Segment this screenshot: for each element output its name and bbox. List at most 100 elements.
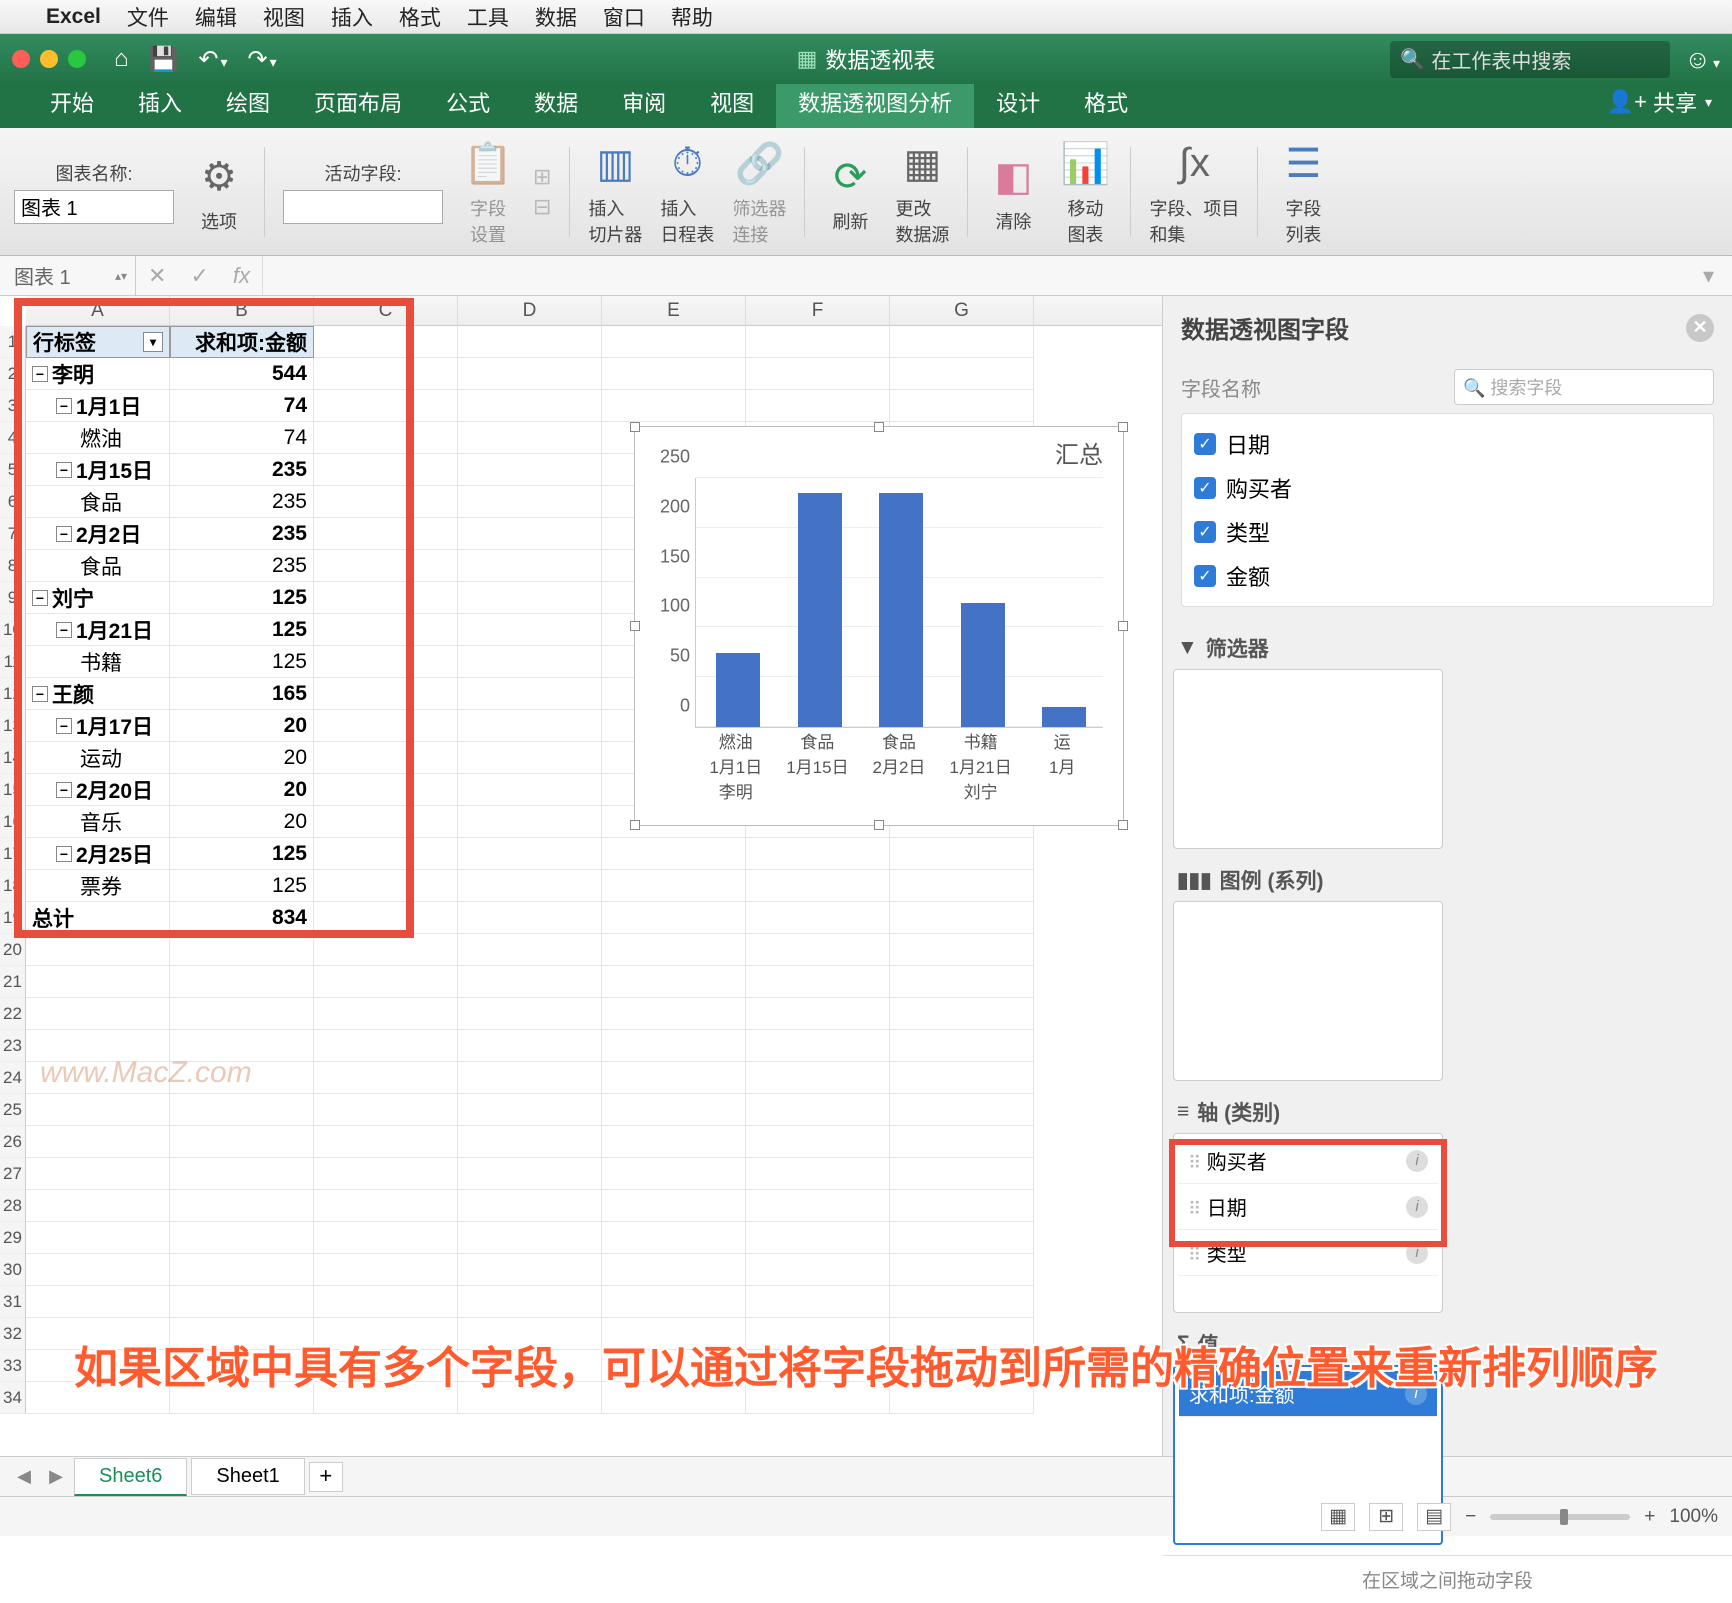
empty-cell[interactable] [314, 1190, 458, 1222]
save-icon[interactable]: 💾 [149, 45, 179, 74]
row-header[interactable]: 19 [0, 902, 26, 934]
empty-cell[interactable] [458, 998, 602, 1030]
normal-view-icon[interactable]: ▦ [1321, 1503, 1355, 1531]
empty-cell[interactable] [746, 1030, 890, 1062]
empty-cell[interactable] [170, 1286, 314, 1318]
collapse-icon[interactable]: − [32, 686, 48, 702]
empty-cell[interactable] [890, 1382, 1034, 1414]
row-header[interactable]: 29 [0, 1222, 26, 1254]
empty-cell[interactable] [746, 1382, 890, 1414]
empty-cell[interactable] [170, 1094, 314, 1126]
refresh-icon[interactable]: ⟳ [823, 150, 877, 204]
collapse-icon[interactable]: − [56, 718, 72, 734]
collapse-icon[interactable]: − [56, 846, 72, 862]
chart-bar[interactable] [961, 603, 1005, 728]
empty-cell[interactable] [890, 966, 1034, 998]
row-header[interactable]: 27 [0, 1158, 26, 1190]
col-header[interactable]: D [458, 296, 602, 325]
zoom-level[interactable]: 100% [1669, 1506, 1718, 1528]
empty-cell[interactable] [314, 1126, 458, 1158]
empty-cell[interactable] [170, 1318, 314, 1350]
close-window-icon[interactable] [12, 50, 30, 68]
empty-cell[interactable] [746, 1254, 890, 1286]
empty-cell[interactable] [314, 1030, 458, 1062]
empty-cell[interactable] [890, 1094, 1034, 1126]
empty-cell[interactable] [602, 1190, 746, 1222]
collapse-icon[interactable]: − [56, 462, 72, 478]
empty-cell[interactable] [26, 1222, 170, 1254]
menu-view[interactable]: 视图 [263, 2, 305, 32]
row-header[interactable]: 5 [0, 454, 26, 486]
empty-cell[interactable] [602, 998, 746, 1030]
menu-file[interactable]: 文件 [127, 2, 169, 32]
filters-zone[interactable] [1173, 669, 1443, 849]
empty-cell[interactable] [314, 1318, 458, 1350]
empty-cell[interactable] [458, 1062, 602, 1094]
col-header[interactable]: B [170, 296, 314, 325]
pivot-cell[interactable]: −刘宁 [26, 582, 170, 614]
row-header[interactable]: 17 [0, 838, 26, 870]
pivot-cell[interactable]: 运动 [26, 742, 170, 774]
row-header[interactable]: 4 [0, 422, 26, 454]
empty-cell[interactable] [26, 998, 170, 1030]
row-header[interactable]: 32 [0, 1318, 26, 1350]
pivot-cell[interactable]: 544 [170, 358, 314, 390]
empty-cell[interactable] [26, 1254, 170, 1286]
empty-cell[interactable] [746, 1094, 890, 1126]
pivot-cell[interactable]: −2月25日 [26, 838, 170, 870]
checkbox-checked-icon[interactable]: ✓ [1194, 521, 1216, 543]
pivot-cell[interactable]: −1月1日 [26, 390, 170, 422]
empty-cell[interactable] [26, 1030, 170, 1062]
empty-cell[interactable] [890, 1190, 1034, 1222]
pivot-cell[interactable]: 235 [170, 550, 314, 582]
empty-cell[interactable] [314, 1158, 458, 1190]
confirm-formula-icon[interactable]: ✓ [178, 263, 220, 289]
move-chart-icon[interactable]: 📊 [1058, 137, 1112, 191]
info-icon[interactable]: i [1406, 1242, 1428, 1264]
empty-cell[interactable] [746, 1350, 890, 1382]
empty-cell[interactable] [602, 966, 746, 998]
empty-cell[interactable] [458, 1350, 602, 1382]
value-item-sum-amount[interactable]: 求和项:金额i [1179, 1371, 1437, 1417]
pivot-cell[interactable]: 音乐 [26, 806, 170, 838]
empty-cell[interactable] [314, 1254, 458, 1286]
field-search-input[interactable]: 🔍 搜索字段 [1454, 369, 1714, 405]
maximize-window-icon[interactable] [68, 50, 86, 68]
pivot-cell[interactable]: 235 [170, 518, 314, 550]
pivot-header-rowlabels[interactable]: 行标签▾ [26, 326, 170, 358]
row-header[interactable]: 26 [0, 1126, 26, 1158]
pivot-cell[interactable]: −2月2日 [26, 518, 170, 550]
empty-cell[interactable] [602, 1318, 746, 1350]
field-item-date[interactable]: ✓日期 [1194, 422, 1701, 466]
collapse-icon[interactable]: − [56, 782, 72, 798]
pivot-cell[interactable]: 食品 [26, 486, 170, 518]
pivot-cell[interactable]: 165 [170, 678, 314, 710]
menu-excel[interactable]: Excel [46, 5, 101, 29]
col-header[interactable]: E [602, 296, 746, 325]
empty-cell[interactable] [170, 1126, 314, 1158]
empty-cell[interactable] [170, 1382, 314, 1414]
fields-items-sets-icon[interactable]: ∫x [1167, 137, 1221, 191]
formula-input[interactable] [262, 256, 1691, 295]
menu-help[interactable]: 帮助 [671, 2, 713, 32]
empty-cell[interactable] [890, 1222, 1034, 1254]
empty-cell[interactable] [890, 1158, 1034, 1190]
empty-cell[interactable] [458, 966, 602, 998]
cancel-formula-icon[interactable]: ✕ [136, 263, 178, 289]
empty-cell[interactable] [458, 1158, 602, 1190]
empty-cell[interactable] [890, 1318, 1034, 1350]
checkbox-checked-icon[interactable]: ✓ [1194, 433, 1216, 455]
close-pane-icon[interactable]: ✕ [1686, 314, 1714, 342]
page-layout-view-icon[interactable]: ⊞ [1369, 1503, 1403, 1531]
empty-cell[interactable] [458, 1094, 602, 1126]
empty-cell[interactable] [26, 1286, 170, 1318]
collapse-icon[interactable]: − [56, 622, 72, 638]
empty-cell[interactable] [746, 1126, 890, 1158]
pivot-cell[interactable]: 235 [170, 486, 314, 518]
empty-cell[interactable] [746, 1190, 890, 1222]
pivot-cell[interactable]: 票券 [26, 870, 170, 902]
empty-cell[interactable] [746, 1062, 890, 1094]
field-item-type[interactable]: ✓类型 [1194, 510, 1701, 554]
empty-cell[interactable] [314, 1222, 458, 1254]
sheet-tab-sheet1[interactable]: Sheet1 [191, 1458, 304, 1495]
